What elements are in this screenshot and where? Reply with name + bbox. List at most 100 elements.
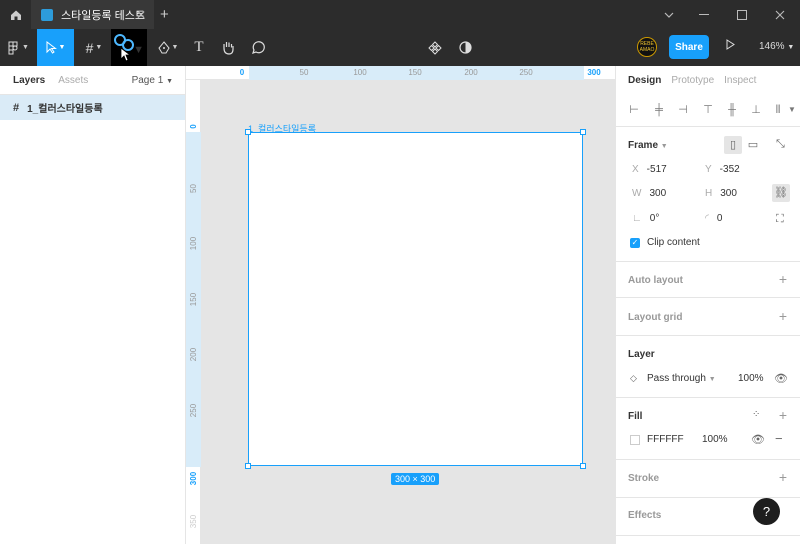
chevron-down-icon[interactable] <box>651 0 687 29</box>
add-fill-icon[interactable]: + <box>779 407 787 423</box>
align-vertical-center-icon[interactable]: ╫ <box>726 103 738 117</box>
component-icon <box>428 40 442 55</box>
eye-icon[interactable]: 👁 <box>751 433 765 446</box>
window-close-icon[interactable] <box>762 0 798 29</box>
comment-icon <box>252 40 265 54</box>
ruler-label: 100 <box>353 68 367 77</box>
selected-frame[interactable] <box>248 132 583 466</box>
resize-to-fit-icon[interactable]: ⤡ <box>776 138 785 151</box>
chevron-down-icon[interactable]: ▼ <box>786 103 798 117</box>
layers-panel-tabs: Layers Assets Page 1 ▼ <box>0 66 185 95</box>
main-menu-button[interactable]: ▼ <box>0 29 37 66</box>
tab-prototype[interactable]: Prototype <box>671 75 714 86</box>
tab-design[interactable]: Design <box>628 75 661 86</box>
fill-color-swatch[interactable] <box>630 435 640 445</box>
new-tab-icon[interactable]: + <box>160 6 169 23</box>
rotation-icon: ∟ <box>632 213 642 224</box>
rotation-field[interactable]: ∟ 0° <box>632 213 659 224</box>
clip-content-checkbox[interactable]: ✓ <box>630 238 640 248</box>
plugin-tool-button[interactable]: ▼ <box>111 29 147 66</box>
ruler-label: 350 <box>189 514 198 529</box>
help-button[interactable]: ? <box>753 498 780 525</box>
blend-mode-select[interactable]: Pass through ▼ <box>647 373 716 384</box>
resize-handle[interactable] <box>245 129 251 135</box>
layer-section: Layer ◇ Pass through ▼ 100% 👁 <box>616 336 800 398</box>
frame-section-title[interactable]: Frame ▼ <box>628 140 668 151</box>
width-field[interactable]: W 300 <box>632 188 666 199</box>
fill-title: Fill <box>628 411 643 422</box>
move-cursor-icon <box>46 41 57 54</box>
mask-button[interactable] <box>454 29 476 66</box>
align-horizontal-center-icon[interactable]: ╪ <box>653 103 665 117</box>
file-tab[interactable]: 스타일등록 테스트 ✕ <box>31 0 154 29</box>
hand-tool-button[interactable] <box>217 29 239 66</box>
height-field[interactable]: H 300 <box>705 188 737 199</box>
portrait-icon[interactable]: ▯ <box>724 136 742 154</box>
avatar[interactable]: REBE AMAO <box>637 37 657 57</box>
page-name: Page 1 <box>131 75 164 86</box>
pen-icon <box>157 41 170 54</box>
remove-fill-icon[interactable]: − <box>775 431 783 446</box>
distribute-spacing-icon[interactable]: ⦀ <box>772 103 784 117</box>
zoom-value: 146% <box>759 41 785 52</box>
alignment-toolbar: ⊢ ╪ ⊣ ⊤ ╫ ⊥ ⦀ ▼ <box>616 95 800 127</box>
style-grid-icon[interactable]: ⁘ <box>752 409 760 420</box>
fill-hex[interactable]: FFFFFF <box>647 434 684 445</box>
independent-corners-icon[interactable]: ⛶ <box>776 213 784 226</box>
ruler-label: 0 <box>239 68 245 77</box>
add-auto-layout-icon[interactable]: + <box>779 271 787 287</box>
fill-opacity[interactable]: 100% <box>702 434 728 445</box>
ruler-label: 150 <box>408 68 422 77</box>
fill-section: Fill ⁘ + FFFFFF 100% 👁 − <box>616 398 800 460</box>
ruler-label: 50 <box>189 184 198 193</box>
page-selector[interactable]: Page 1 ▼ <box>132 75 173 86</box>
align-left-icon[interactable]: ⊢ <box>628 103 640 117</box>
ruler-label: 300 <box>587 68 601 77</box>
resize-handle[interactable] <box>245 463 251 469</box>
text-tool-button[interactable]: T <box>188 29 210 66</box>
add-stroke-icon[interactable]: + <box>779 469 787 485</box>
comment-tool-button[interactable] <box>247 29 269 66</box>
effects-title: Effects <box>628 510 662 521</box>
present-play-icon[interactable] <box>726 39 735 53</box>
layout-grid-title: Layout grid <box>628 312 683 323</box>
home-icon[interactable] <box>0 0 31 29</box>
design-panel-tabs: Design Prototype Inspect <box>616 66 800 95</box>
add-layout-grid-icon[interactable]: + <box>779 308 787 324</box>
constrain-proportions-icon[interactable]: ⛓ <box>772 184 790 202</box>
resize-handle[interactable] <box>580 129 586 135</box>
align-right-icon[interactable]: ⊣ <box>677 103 689 117</box>
stroke-title: Stroke <box>628 473 660 484</box>
ruler-label: 50 <box>299 68 309 77</box>
x-field[interactable]: X -517 <box>632 164 667 175</box>
share-button[interactable]: Share <box>669 35 709 59</box>
layer-opacity[interactable]: 100% <box>738 373 764 384</box>
y-field[interactable]: Y -352 <box>705 164 740 175</box>
move-tool-button[interactable]: ▼ <box>37 29 74 66</box>
resize-handle[interactable] <box>580 463 586 469</box>
layer-row[interactable]: # 1_컬러스타일등록 <box>0 95 185 120</box>
canvas[interactable]: 1_컬러스타일등록 300 × 300 <box>201 80 615 544</box>
tab-assets[interactable]: Assets <box>58 75 88 86</box>
close-tab-icon[interactable]: ✕ <box>136 8 146 22</box>
tab-inspect[interactable]: Inspect <box>724 75 756 86</box>
landscape-icon[interactable]: ▭ <box>744 136 762 154</box>
align-top-icon[interactable]: ⊤ <box>702 103 714 117</box>
pen-tool-button[interactable]: ▼ <box>152 29 184 66</box>
ruler-label: 150 <box>189 292 198 307</box>
components-button[interactable] <box>424 29 446 66</box>
maximize-icon[interactable] <box>724 0 760 29</box>
corner-radius-field[interactable]: ◜ 0 <box>705 213 722 224</box>
ruler-label: 300 <box>189 471 198 486</box>
frame-hash-icon: # <box>13 101 20 114</box>
layer-title: Layer <box>628 349 655 360</box>
zoom-level[interactable]: 146% ▼ <box>759 41 794 52</box>
ruler-label: 100 <box>189 236 198 251</box>
minimize-icon[interactable] <box>686 0 722 29</box>
eye-icon[interactable]: 👁 <box>774 372 788 385</box>
y-value: -352 <box>719 164 740 175</box>
tab-layers[interactable]: Layers <box>13 75 45 86</box>
align-bottom-icon[interactable]: ⊥ <box>750 103 762 117</box>
layers-panel: Layers Assets Page 1 ▼ # 1_컬러스타일등록 <box>0 66 186 544</box>
frame-tool-button[interactable]: # ▼ <box>78 29 110 66</box>
